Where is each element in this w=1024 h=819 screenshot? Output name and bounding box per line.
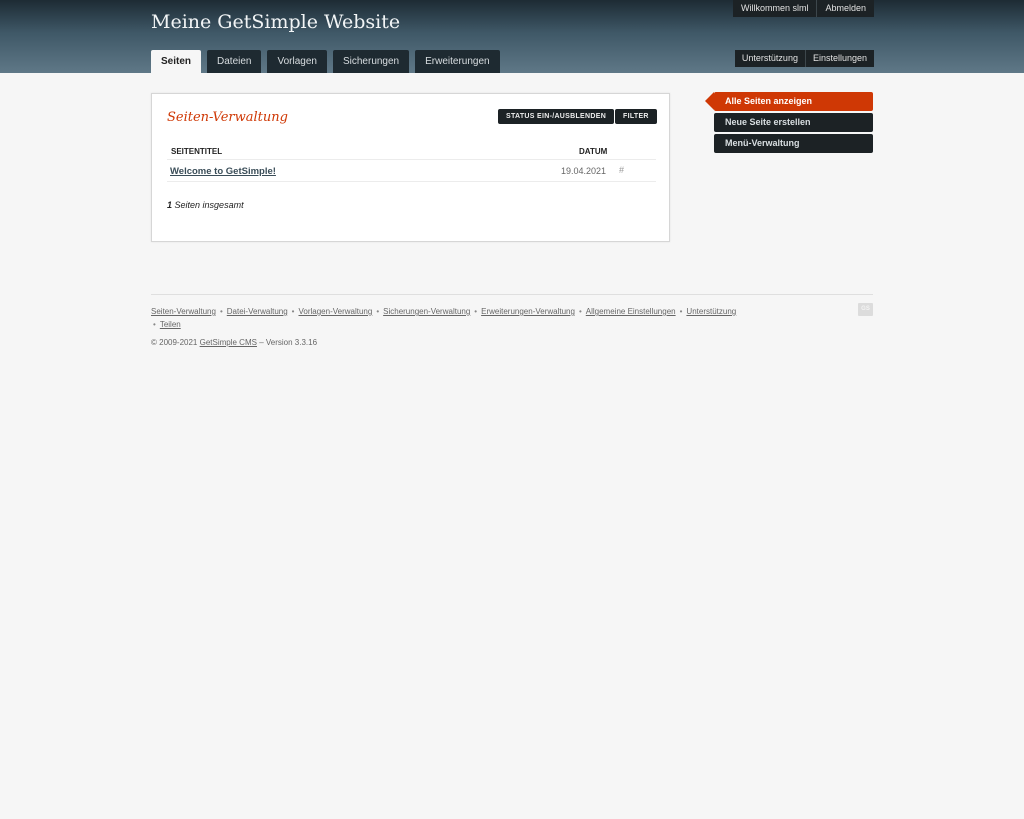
footer-link-support[interactable]: Unterstützung <box>686 307 736 316</box>
page-title-link[interactable]: Welcome to GetSimple! <box>170 166 276 177</box>
main-nav-tabs: Seiten Dateien Vorlagen Sicherungen Erwe… <box>151 50 500 73</box>
footer-separator: • <box>578 307 582 316</box>
sidebar: Alle Seiten anzeigen Neue Seite erstelle… <box>704 92 873 155</box>
total-count: 1 <box>167 200 173 210</box>
footer-link-plugins[interactable]: Erweiterungen-Verwaltung <box>481 307 575 316</box>
footer-link-share[interactable]: Teilen <box>160 320 181 329</box>
column-header-date: DATUM <box>579 147 608 156</box>
footer-divider <box>151 294 873 295</box>
page-title: Seiten-Verwaltung <box>167 110 288 125</box>
footer-separator: • <box>291 307 295 316</box>
page-date: 19.04.2021 <box>561 166 607 176</box>
total-pages: 1 Seiten insgesamt <box>167 200 244 210</box>
footer-separator: • <box>679 307 683 316</box>
site-title[interactable]: Meine GetSimple Website <box>151 11 400 33</box>
footer-link-settings[interactable]: Allgemeine Einstellungen <box>586 307 676 316</box>
tab-support[interactable]: Unterstützung <box>734 50 805 67</box>
tab-files[interactable]: Dateien <box>207 50 262 73</box>
secondary-nav: Unterstützung Einstellungen <box>734 50 874 67</box>
column-header-title: SEITENTITEL <box>171 147 223 156</box>
footer-separator: • <box>474 307 478 316</box>
footer-separator: • <box>153 320 156 329</box>
footer-link-backups[interactable]: Sicherungen-Verwaltung <box>383 307 470 316</box>
pages-panel: Seiten-Verwaltung STATUS EIN-/AUSBLENDEN… <box>151 93 670 242</box>
logout-link[interactable]: Abmelden <box>816 0 874 17</box>
toggle-status-button[interactable]: STATUS EIN-/AUSBLENDEN <box>498 109 615 124</box>
version-text: – Version 3.3.16 <box>259 338 318 347</box>
tab-plugins[interactable]: Erweiterungen <box>415 50 500 73</box>
footer-link-files[interactable]: Datei-Verwaltung <box>227 307 288 316</box>
sidebar-item-view-all-pages[interactable]: Alle Seiten anzeigen <box>705 92 873 111</box>
footer-links: Seiten-Verwaltung • Datei-Verwaltung • Vorla… <box>151 305 791 331</box>
header-bar: Meine GetSimple Website Willkommen slml … <box>0 0 1024 73</box>
tab-themes[interactable]: Vorlagen <box>267 50 327 73</box>
page-hash-link[interactable]: # <box>619 165 624 175</box>
footer-link-pages[interactable]: Seiten-Verwaltung <box>151 307 216 316</box>
header-divider <box>167 159 656 160</box>
copyright-prefix: © 2009-2021 <box>151 338 198 347</box>
copyright: © 2009-2021 GetSimple CMS – Version 3.3.… <box>151 338 317 347</box>
welcome-user-link[interactable]: Willkommen slml <box>732 0 817 17</box>
footer-separator: • <box>219 307 223 316</box>
sidebar-item-menu-manager[interactable]: Menü-Verwaltung <box>714 134 873 153</box>
filter-button[interactable]: FILTER <box>615 109 657 124</box>
row-divider <box>167 181 656 182</box>
footer-separator: • <box>376 307 380 316</box>
tab-settings[interactable]: Einstellungen <box>804 50 874 67</box>
footer-link-themes[interactable]: Vorlagen-Verwaltung <box>298 307 372 316</box>
total-label: Seiten insgesamt <box>174 200 244 210</box>
getsimple-logo-icon[interactable]: GS <box>858 303 873 316</box>
sidebar-item-create-page[interactable]: Neue Seite erstellen <box>714 113 873 132</box>
tab-backups[interactable]: Sicherungen <box>332 50 410 73</box>
cms-link[interactable]: GetSimple CMS <box>200 338 257 347</box>
user-links: Willkommen slml Abmelden <box>732 0 874 17</box>
tab-pages[interactable]: Seiten <box>151 50 202 73</box>
